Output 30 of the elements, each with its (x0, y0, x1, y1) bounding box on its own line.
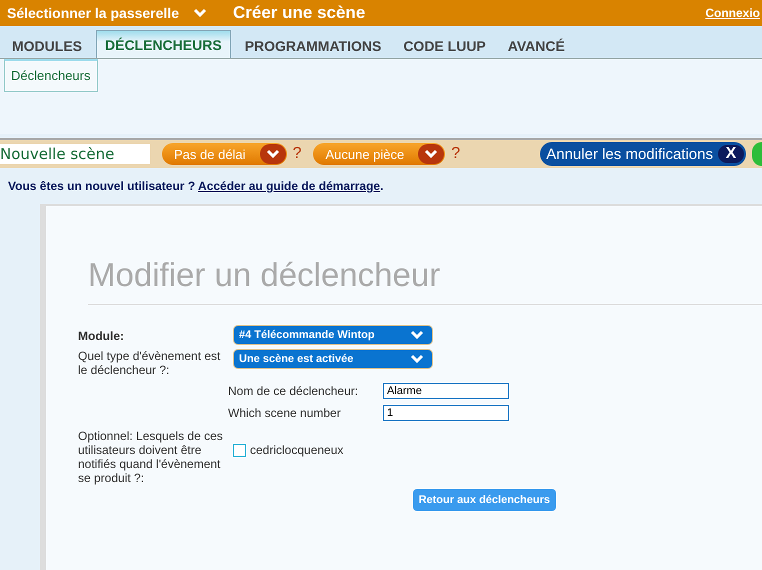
notify-label: Optionnel: Lesquels de ces utilisateurs doivent être notifiés quand l'évènement se produit ?: (78, 429, 224, 485)
tab[interactable]: CODE LUUP (395, 32, 494, 58)
cancel-button[interactable]: Annuler les modifications X (540, 142, 746, 166)
chevron-down-icon[interactable] (418, 144, 444, 164)
chevron-down-icon[interactable] (410, 354, 424, 364)
field-label: Which scene number (228, 406, 342, 420)
module-dropdown[interactable]: #4 Télécommande Wintop (233, 325, 433, 345)
chevron-down-icon[interactable] (410, 330, 424, 340)
guide-link[interactable]: Accéder au guide de démarrage (198, 179, 380, 193)
user-name: cedriclocqueneux (250, 443, 344, 457)
sub-tab[interactable]: Déclencheurs (4, 59, 98, 92)
checkbox[interactable] (233, 444, 246, 456)
tab[interactable]: AVANCÉ (500, 32, 573, 58)
field-label: Nom de ce déclencheur: (228, 384, 360, 398)
notice-text: Vous êtes un nouvel utilisateur ? Accéder au guide de démarrage. (8, 179, 384, 193)
tab[interactable]: DÉCLENCHEURS (96, 30, 231, 58)
chevron-down-icon[interactable] (260, 144, 286, 164)
tab[interactable]: MODULES (4, 32, 90, 58)
event-dropdown[interactable]: Une scène est activée (233, 349, 433, 369)
input-field[interactable]: 1 (383, 405, 509, 421)
scene-name-field[interactable]: Nouvelle scène (0, 144, 150, 164)
module-label: Module: (78, 328, 125, 343)
input-field[interactable]: Alarme (383, 383, 509, 399)
chevron-down-icon[interactable] (192, 8, 207, 18)
tab[interactable]: PROGRAMMATIONS (236, 32, 390, 58)
panel-title: Modifier un déclencheur (88, 256, 762, 305)
page-title: Créer une scène (232, 3, 366, 23)
event-label: Quel type d'évènement est le déclencheur ?: (78, 349, 222, 377)
help-mark[interactable]: ? (292, 145, 302, 163)
help-mark[interactable]: ? (451, 145, 460, 163)
